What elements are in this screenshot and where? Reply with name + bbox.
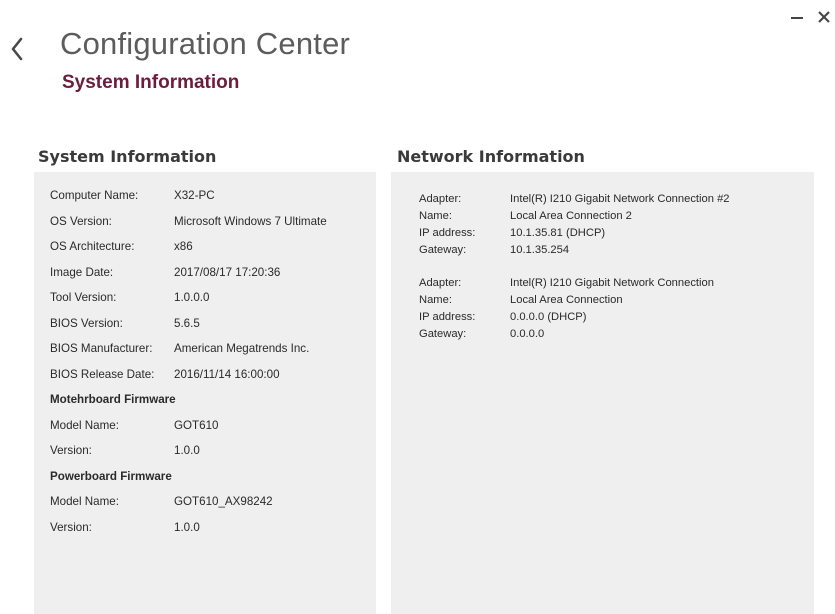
system-info-panel: Computer Name: X32-PC OS Version: Micros… xyxy=(34,172,376,614)
row-label: Version: xyxy=(50,520,92,534)
name-row: Name: Local Area Connection xyxy=(419,294,809,311)
row-value: GOT610_AX98242 xyxy=(174,495,273,508)
chevron-left-icon xyxy=(11,37,23,61)
powerboard-model-row: Model Name: GOT610_AX98242 xyxy=(50,495,370,521)
system-info-list: Computer Name: X32-PC OS Version: Micros… xyxy=(50,189,370,546)
ip-address-row: IP address: 10.1.35.81 (DHCP) xyxy=(419,227,809,244)
row-label: Model Name: xyxy=(50,418,119,432)
motherboard-version-row: Version: 1.0.0 xyxy=(50,444,370,470)
os-architecture-row: OS Architecture: x86 xyxy=(50,240,370,266)
name-row: Name: Local Area Connection 2 xyxy=(419,210,809,227)
row-label: BIOS Release Date: xyxy=(50,367,155,381)
row-label: IP address: xyxy=(419,227,476,239)
powerboard-firmware-heading: Powerboard Firmware xyxy=(50,470,370,496)
row-value: 10.1.35.254 xyxy=(510,244,570,256)
system-info-heading: System Information xyxy=(38,147,217,166)
row-label: BIOS Manufacturer: xyxy=(50,342,153,355)
row-value: Local Area Connection 2 xyxy=(510,210,632,222)
row-value: 2016/11/14 16:00:00 xyxy=(174,367,280,381)
os-version-row: OS Version: Microsoft Windows 7 Ultimate xyxy=(50,215,370,241)
row-label: Computer Name: xyxy=(50,189,139,202)
close-button[interactable] xyxy=(815,8,833,26)
row-value: Local Area Connection xyxy=(510,294,623,306)
group-heading: Motehrboard Firmware xyxy=(50,393,176,406)
adapter-row: Adapter: Intel(R) I210 Gigabit Network C… xyxy=(419,193,809,210)
row-value: Microsoft Windows 7 Ultimate xyxy=(174,214,327,228)
gateway-row: Gateway: 10.1.35.254 xyxy=(419,244,809,261)
row-value: Intel(R) I210 Gigabit Network Connection… xyxy=(510,193,730,205)
ip-address-row: IP address: 0.0.0.0 (DHCP) xyxy=(419,311,809,328)
row-label: Version: xyxy=(50,444,92,457)
row-value: 1.0.0.0 xyxy=(174,291,210,304)
row-value: American Megatrends Inc. xyxy=(174,342,310,355)
bios-release-date-row: BIOS Release Date: 2016/11/14 16:00:00 xyxy=(50,368,370,394)
page-title: Configuration Center xyxy=(60,26,351,61)
row-label: Model Name: xyxy=(50,495,119,508)
row-label: Tool Version: xyxy=(50,291,117,304)
close-x-icon xyxy=(818,11,830,23)
row-label: OS Architecture: xyxy=(50,240,135,253)
row-label: Image Date: xyxy=(50,265,114,279)
page-subtitle: System Information xyxy=(62,72,240,93)
motherboard-firmware-heading: Motehrboard Firmware xyxy=(50,393,370,419)
row-value: x86 xyxy=(174,240,193,253)
row-value: 2017/08/17 17:20:36 xyxy=(174,265,281,279)
row-value: 5.6.5 xyxy=(174,316,200,330)
row-label: OS Version: xyxy=(50,214,112,228)
computer-name-row: Computer Name: X32-PC xyxy=(50,189,370,215)
row-label: Name: xyxy=(419,210,452,222)
row-value: 10.1.35.81 (DHCP) xyxy=(510,227,606,239)
bios-version-row: BIOS Version: 5.6.5 xyxy=(50,317,370,343)
image-date-row: Image Date: 2017/08/17 17:20:36 xyxy=(50,266,370,292)
bios-manufacturer-row: BIOS Manufacturer: American Megatrends I… xyxy=(50,342,370,368)
network-adapter-block: Adapter: Intel(R) I210 Gigabit Network C… xyxy=(419,277,809,345)
row-value: Intel(R) I210 Gigabit Network Connection xyxy=(510,277,714,289)
network-info-heading: Network Information xyxy=(397,147,585,166)
row-label: Adapter: xyxy=(419,277,462,289)
minus-icon xyxy=(791,17,803,19)
row-value: 0.0.0.0 xyxy=(510,328,545,340)
row-label: Gateway: xyxy=(419,244,467,256)
row-value: 1.0.0 xyxy=(174,520,200,534)
row-label: Name: xyxy=(419,294,452,306)
row-value: X32-PC xyxy=(174,189,215,202)
group-heading: Powerboard Firmware xyxy=(50,469,172,483)
gateway-row: Gateway: 0.0.0.0 xyxy=(419,328,809,345)
adapter-row: Adapter: Intel(R) I210 Gigabit Network C… xyxy=(419,277,809,294)
network-adapter-block: Adapter: Intel(R) I210 Gigabit Network C… xyxy=(419,193,809,261)
row-label: Gateway: xyxy=(419,328,467,340)
network-info-panel: Adapter: Intel(R) I210 Gigabit Network C… xyxy=(391,172,814,614)
back-button[interactable] xyxy=(6,32,28,66)
tool-version-row: Tool Version: 1.0.0.0 xyxy=(50,291,370,317)
row-label: IP address: xyxy=(419,311,476,323)
row-value: 0.0.0.0 (DHCP) xyxy=(510,311,587,323)
row-value: GOT610 xyxy=(174,418,219,432)
motherboard-model-row: Model Name: GOT610 xyxy=(50,419,370,445)
row-value: 1.0.0 xyxy=(174,444,200,457)
minimize-button[interactable] xyxy=(788,8,806,26)
row-label: BIOS Version: xyxy=(50,316,123,330)
row-label: Adapter: xyxy=(419,193,462,205)
powerboard-version-row: Version: 1.0.0 xyxy=(50,521,370,547)
